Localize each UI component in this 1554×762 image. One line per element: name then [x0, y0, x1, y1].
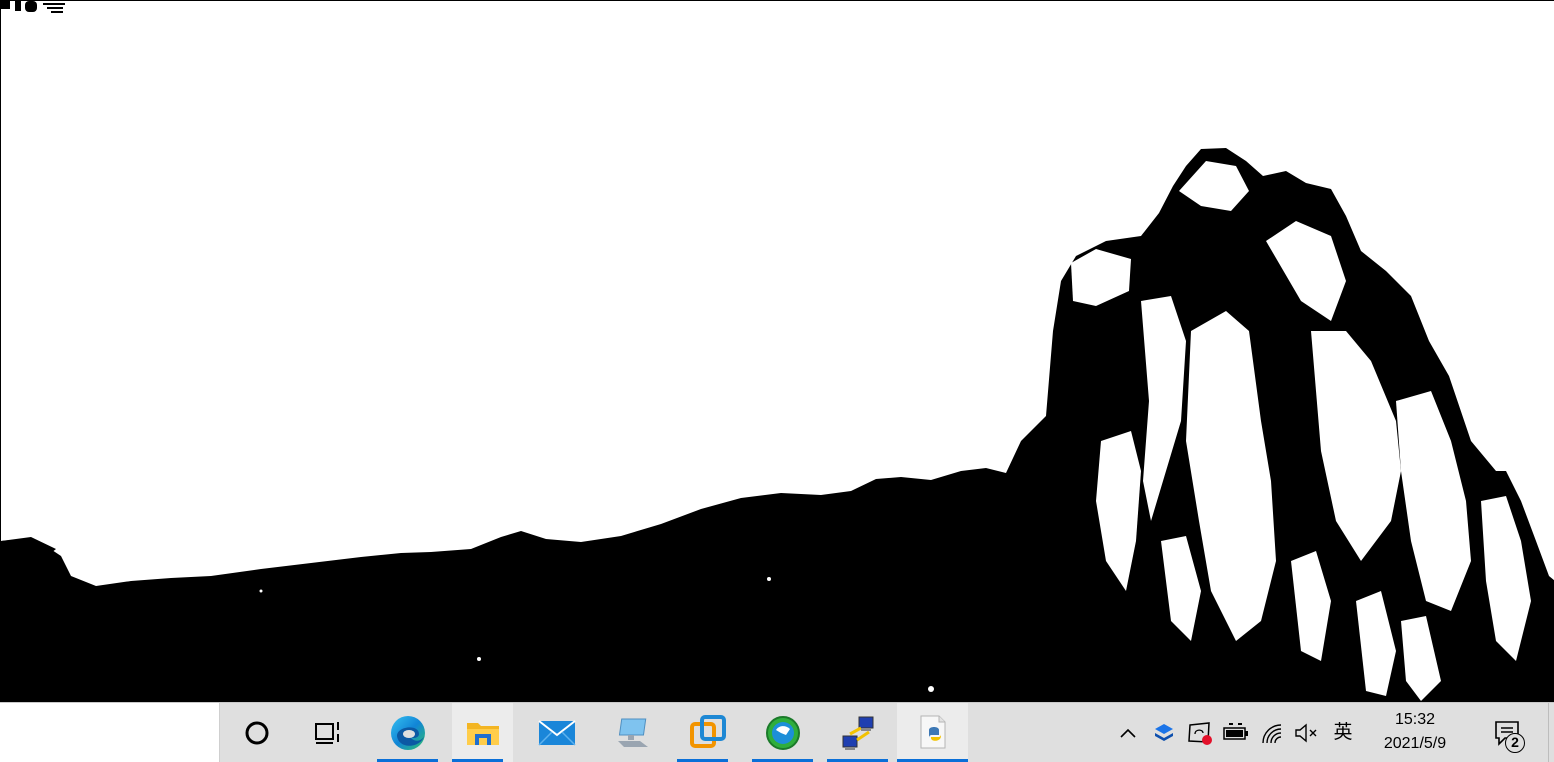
- task-view-button[interactable]: [300, 703, 358, 762]
- file-explorer-button[interactable]: [452, 703, 513, 762]
- python-button[interactable]: [897, 703, 968, 762]
- tray-dropbox[interactable]: [1150, 717, 1178, 749]
- folder-icon: [466, 722, 499, 745]
- search-box[interactable]: [0, 703, 220, 762]
- notification-count-badge: 2: [1505, 733, 1525, 753]
- tray-volume[interactable]: [1293, 717, 1321, 749]
- network-icon: [842, 716, 873, 750]
- vmware-icon: [689, 714, 726, 748]
- tray-battery[interactable]: [1222, 717, 1250, 749]
- ime-indicator[interactable]: 英: [1330, 720, 1356, 746]
- clock-time: 15:32: [1394, 711, 1436, 728]
- volume-muted-icon: [1295, 723, 1317, 743]
- tray-network[interactable]: [1258, 717, 1286, 749]
- show-hidden-icons-button[interactable]: [1114, 717, 1142, 749]
- app-sync-icon: [1188, 722, 1212, 745]
- desktop[interactable]: [0, 0, 1554, 702]
- edge-icon: [390, 715, 425, 750]
- python-file-icon: [920, 715, 945, 748]
- dropbox-icon: [1155, 724, 1173, 741]
- task-view-icon: [315, 721, 339, 744]
- mountain-wallpaper: [1, 148, 1554, 702]
- wifi-icon: [1262, 724, 1282, 744]
- chevron-up-icon: [1120, 728, 1136, 738]
- vmware-button[interactable]: [677, 703, 738, 762]
- action-center-button[interactable]: 2: [1478, 703, 1536, 762]
- computer-icon: [618, 718, 648, 747]
- taskbar: 英 15:32 2021/5/9 2: [0, 702, 1554, 762]
- cortana-button[interactable]: [228, 703, 286, 762]
- browser-app-button[interactable]: [752, 703, 813, 762]
- mail-icon: [538, 719, 576, 746]
- edge-button[interactable]: [377, 703, 438, 762]
- tray-app-sync[interactable]: [1186, 717, 1214, 749]
- show-desktop-button[interactable]: [1548, 703, 1554, 762]
- network-transfer-button[interactable]: [827, 703, 888, 762]
- corner-icons-glyph: [1, 1, 65, 13]
- battery-icon: [1223, 723, 1248, 740]
- mail-button[interactable]: [527, 703, 587, 762]
- this-pc-button[interactable]: [602, 703, 662, 762]
- globe-icon: [765, 715, 800, 750]
- clock-date: 2021/5/9: [1383, 735, 1447, 752]
- cortana-circle-icon: [245, 721, 269, 744]
- clock[interactable]: 15:32 2021/5/9: [1370, 707, 1460, 759]
